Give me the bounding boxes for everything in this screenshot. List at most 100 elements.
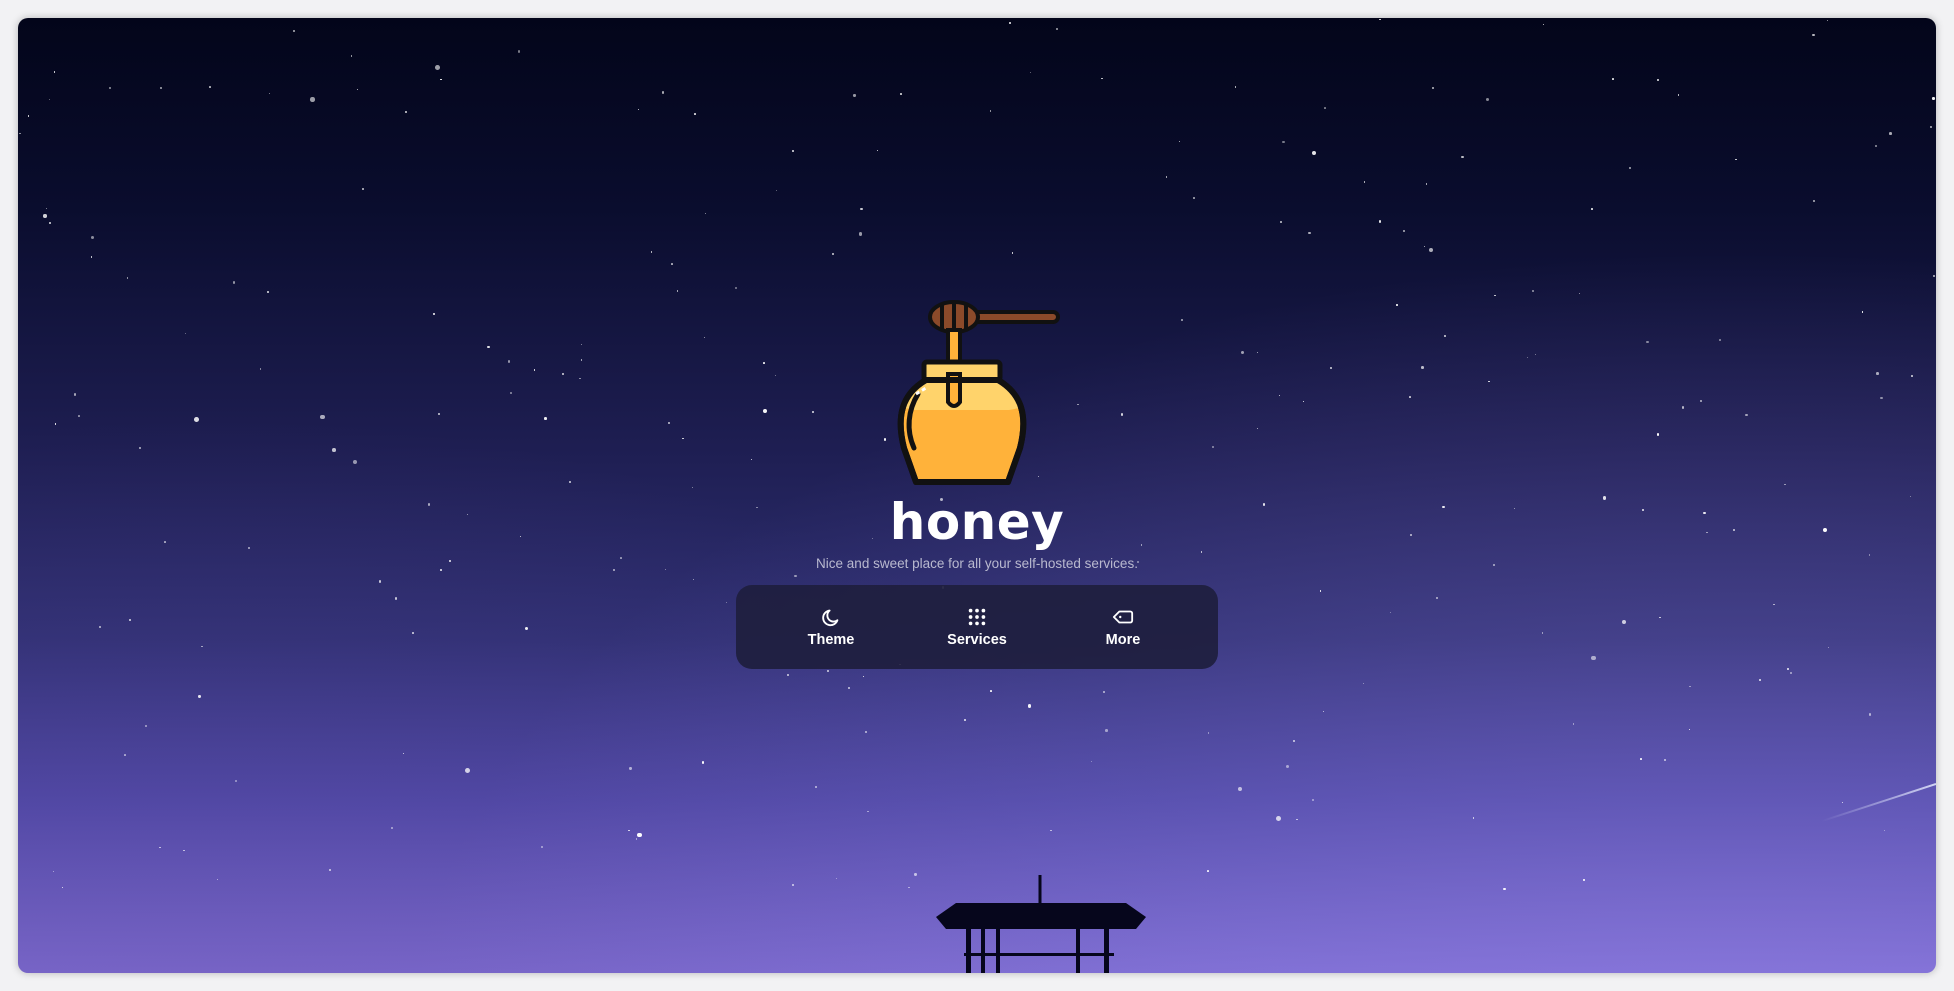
star [908, 886, 910, 889]
star [1826, 19, 1829, 22]
theme-button[interactable]: Theme [776, 606, 886, 648]
star [1322, 710, 1325, 713]
star [1583, 879, 1585, 881]
star [628, 829, 630, 831]
star [391, 827, 393, 829]
star [1308, 231, 1311, 234]
star [540, 845, 543, 848]
star [860, 207, 863, 210]
star [914, 873, 917, 876]
star [836, 878, 838, 880]
star [43, 214, 47, 218]
star [434, 65, 440, 70]
star [27, 115, 29, 117]
star [650, 251, 653, 253]
star [1932, 274, 1935, 277]
star [19, 132, 21, 135]
star [1296, 818, 1298, 821]
star [159, 86, 163, 90]
star [791, 884, 795, 887]
star [1590, 208, 1593, 210]
star [735, 286, 738, 289]
star [676, 290, 679, 292]
star [1431, 86, 1434, 89]
star [636, 832, 642, 838]
star [232, 281, 235, 284]
star [826, 669, 829, 673]
star [1734, 158, 1737, 161]
star [865, 731, 868, 734]
star [517, 50, 521, 53]
star [1091, 761, 1093, 763]
star [1868, 713, 1872, 716]
services-label: Services [947, 632, 1007, 648]
star [701, 761, 705, 764]
star [1461, 156, 1464, 159]
star [858, 232, 863, 236]
star [1472, 817, 1475, 819]
star [329, 869, 331, 871]
star [108, 86, 112, 90]
tower-silhouette [936, 875, 1146, 973]
star [1028, 704, 1032, 708]
tag-icon [1112, 610, 1134, 624]
star [1842, 801, 1844, 804]
nav-bar: Theme Services More [736, 585, 1218, 669]
star [48, 221, 51, 224]
star [1640, 758, 1642, 760]
star [1207, 732, 1209, 734]
star [786, 673, 790, 677]
star [661, 91, 665, 94]
star [1292, 739, 1295, 743]
star [234, 780, 237, 783]
services-button[interactable]: Services [922, 606, 1032, 648]
star [1812, 200, 1815, 203]
star [266, 290, 270, 294]
star [1378, 220, 1382, 223]
star [1889, 132, 1892, 135]
app-title: honey [889, 493, 1065, 551]
star [1362, 682, 1364, 684]
star [48, 98, 51, 101]
star [989, 110, 991, 112]
star [404, 110, 408, 114]
star [198, 695, 201, 698]
star [357, 88, 359, 91]
star [1932, 97, 1935, 100]
star [1009, 22, 1012, 25]
star [126, 276, 129, 279]
app-tagline: Nice and sweet place for all your self-h… [816, 556, 1138, 571]
more-button[interactable]: More [1068, 606, 1178, 648]
star [964, 718, 967, 721]
star [1485, 97, 1490, 102]
star [1874, 144, 1877, 148]
star [1493, 294, 1496, 297]
star [1193, 196, 1196, 199]
star [1689, 685, 1692, 688]
star [1311, 151, 1316, 156]
star [1238, 787, 1243, 792]
star [1883, 830, 1885, 832]
moon-icon [822, 609, 839, 627]
star [1285, 764, 1290, 769]
app-window: honey Nice and sweet place for all your … [18, 18, 1936, 973]
star [361, 188, 364, 190]
star [159, 846, 162, 849]
star [853, 94, 856, 97]
star [403, 752, 405, 754]
star [1311, 798, 1314, 801]
star [815, 786, 818, 789]
star [144, 725, 147, 728]
star [1612, 78, 1615, 81]
star [1425, 182, 1428, 185]
star [1428, 248, 1433, 253]
star [876, 150, 878, 152]
hero: honey Nice and sweet place for all your … [18, 298, 1936, 669]
star [671, 263, 673, 265]
star [1663, 758, 1667, 762]
star [124, 754, 126, 756]
star [636, 838, 638, 840]
star [53, 871, 55, 873]
star [1379, 18, 1381, 21]
star [1324, 107, 1327, 109]
